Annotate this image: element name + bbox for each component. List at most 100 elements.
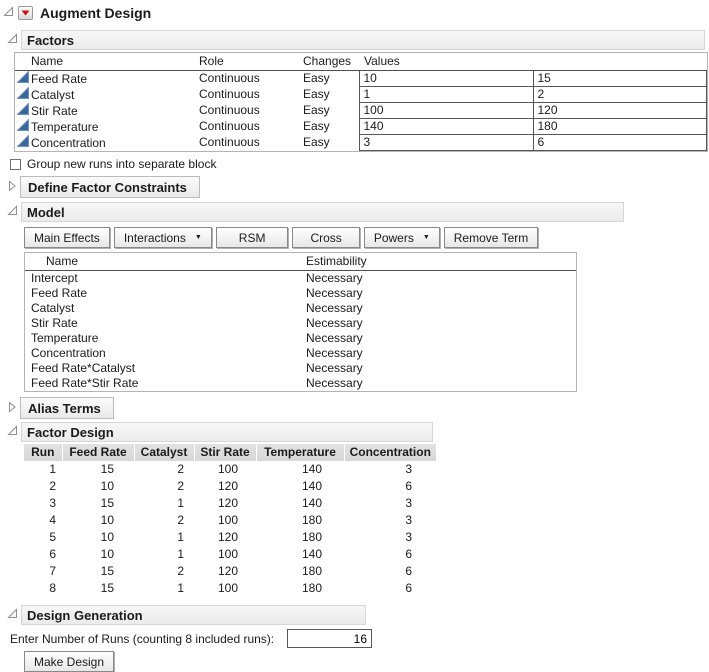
factor-name[interactable]: Concentration xyxy=(31,136,106,150)
factor-role[interactable]: Continuous xyxy=(197,119,301,135)
model-term-row[interactable]: Feed Rate*Catalyst Necessary xyxy=(25,361,576,376)
runs-input[interactable] xyxy=(287,629,372,648)
factor-name[interactable]: Catalyst xyxy=(31,88,74,102)
factor-role[interactable]: Continuous xyxy=(197,87,301,103)
fd-cell: 2 xyxy=(134,563,194,580)
fd-cell: 140 xyxy=(256,478,344,495)
model-term-row[interactable]: Feed Rate Necessary xyxy=(25,286,576,301)
interactions-button[interactable]: Interactions ▼ xyxy=(114,227,212,248)
model-table: Name Estimability Intercept Necessary Fe… xyxy=(24,252,577,392)
term-estimability: Necessary xyxy=(306,361,576,376)
fd-row: 4 10 2 100 180 3 xyxy=(24,512,436,529)
fd-cell: 8 xyxy=(24,580,62,597)
factor-name[interactable]: Feed Rate xyxy=(31,72,87,86)
factor-changes[interactable]: Easy xyxy=(301,135,359,151)
fd-cell: 4 xyxy=(24,512,62,529)
disclosure-open-icon[interactable] xyxy=(3,6,14,20)
model-term-row[interactable]: Intercept Necessary xyxy=(25,271,576,287)
factor-value-low[interactable]: 3 xyxy=(359,135,533,151)
factor-value-high[interactable]: 180 xyxy=(533,119,707,135)
factor-changes[interactable]: Easy xyxy=(301,87,359,103)
fd-cell: 100 xyxy=(194,546,256,563)
factor-row: Stir Rate Continuous Easy 100 120 xyxy=(15,103,707,119)
term-name: Temperature xyxy=(25,331,306,346)
model-term-row[interactable]: Feed Rate*Stir Rate Necessary xyxy=(25,376,576,391)
factor-value-low[interactable]: 1 xyxy=(359,87,533,103)
model-term-row[interactable]: Stir Rate Necessary xyxy=(25,316,576,331)
factor-design-section-bar[interactable]: Factor Design xyxy=(21,422,433,442)
fd-cell: 10 xyxy=(62,478,134,495)
factor-changes[interactable]: Easy xyxy=(301,119,359,135)
continuous-factor-icon xyxy=(17,135,29,150)
factor-role[interactable]: Continuous xyxy=(197,103,301,119)
fd-cell: 6 xyxy=(344,546,436,563)
main-effects-button[interactable]: Main Effects xyxy=(24,227,110,248)
fd-cell: 3 xyxy=(344,529,436,546)
factor-changes[interactable]: Easy xyxy=(301,71,359,87)
fd-cell: 3 xyxy=(344,512,436,529)
remove-term-button[interactable]: Remove Term xyxy=(444,227,538,248)
fd-column-header-temperature: Temperature xyxy=(256,444,344,461)
model-section-bar[interactable]: Model xyxy=(21,202,624,222)
fd-row: 1 15 2 100 140 3 xyxy=(24,461,436,478)
disclosure-open-icon[interactable] xyxy=(7,205,18,219)
term-estimability: Necessary xyxy=(306,331,576,346)
fd-cell: 100 xyxy=(194,461,256,478)
red-triangle-menu-icon[interactable] xyxy=(18,6,33,20)
model-term-row[interactable]: Concentration Necessary xyxy=(25,346,576,361)
column-header-name: Name xyxy=(15,53,197,71)
factor-value-low[interactable]: 140 xyxy=(359,119,533,135)
fd-cell: 1 xyxy=(134,495,194,512)
factor-value-high[interactable]: 15 xyxy=(533,71,707,87)
disclosure-open-icon[interactable] xyxy=(7,425,18,439)
powers-button[interactable]: Powers ▼ xyxy=(364,227,440,248)
factor-role[interactable]: Continuous xyxy=(197,71,301,87)
fd-cell: 1 xyxy=(134,546,194,563)
model-term-row[interactable]: Temperature Necessary xyxy=(25,331,576,346)
fd-cell: 180 xyxy=(256,529,344,546)
fd-cell: 2 xyxy=(134,478,194,495)
disclosure-open-icon[interactable] xyxy=(7,608,18,622)
make-design-button[interactable]: Make Design xyxy=(24,651,114,672)
rsm-button[interactable]: RSM xyxy=(216,227,289,248)
factor-changes[interactable]: Easy xyxy=(301,103,359,119)
term-estimability: Necessary xyxy=(306,316,576,331)
factors-section-bar[interactable]: Factors xyxy=(21,30,705,50)
continuous-factor-icon xyxy=(17,87,29,102)
page-title: Augment Design xyxy=(40,5,151,21)
factor-value-high[interactable]: 2 xyxy=(533,87,707,103)
disclosure-closed-icon[interactable] xyxy=(7,180,17,195)
disclosure-closed-icon[interactable] xyxy=(7,401,17,416)
column-header-values: Values xyxy=(359,53,707,71)
fd-cell: 100 xyxy=(194,580,256,597)
fd-row: 5 10 1 120 180 3 xyxy=(24,529,436,546)
group-runs-label: Group new runs into separate block xyxy=(27,157,216,171)
factor-name[interactable]: Temperature xyxy=(31,120,98,134)
factor-value-low[interactable]: 10 xyxy=(359,71,533,87)
design-generation-section-bar[interactable]: Design Generation xyxy=(21,605,366,625)
factor-value-high[interactable]: 120 xyxy=(533,103,707,119)
fd-cell: 180 xyxy=(256,580,344,597)
fd-cell: 15 xyxy=(62,580,134,597)
factor-value-low[interactable]: 100 xyxy=(359,103,533,119)
term-estimability: Necessary xyxy=(306,346,576,361)
fd-cell: 120 xyxy=(194,529,256,546)
group-runs-checkbox[interactable] xyxy=(10,159,21,170)
fd-cell: 3 xyxy=(24,495,62,512)
model-term-row[interactable]: Catalyst Necessary xyxy=(25,301,576,316)
fd-row: 6 10 1 100 140 6 xyxy=(24,546,436,563)
cross-button[interactable]: Cross xyxy=(292,227,359,248)
column-header-role: Role xyxy=(197,53,301,71)
factor-role[interactable]: Continuous xyxy=(197,135,301,151)
define-factor-constraints-button[interactable]: Define Factor Constraints xyxy=(20,176,200,198)
factor-name[interactable]: Stir Rate xyxy=(31,104,78,118)
fd-cell: 10 xyxy=(62,546,134,563)
factor-row: Temperature Continuous Easy 140 180 xyxy=(15,119,707,135)
alias-terms-button[interactable]: Alias Terms xyxy=(20,397,114,419)
disclosure-open-icon[interactable] xyxy=(7,33,18,47)
dropdown-arrow-icon: ▼ xyxy=(195,234,202,241)
factor-value-high[interactable]: 6 xyxy=(533,135,707,151)
fd-column-header-stir-rate: Stir Rate xyxy=(194,444,256,461)
fd-cell: 140 xyxy=(256,461,344,478)
continuous-factor-icon xyxy=(17,119,29,134)
